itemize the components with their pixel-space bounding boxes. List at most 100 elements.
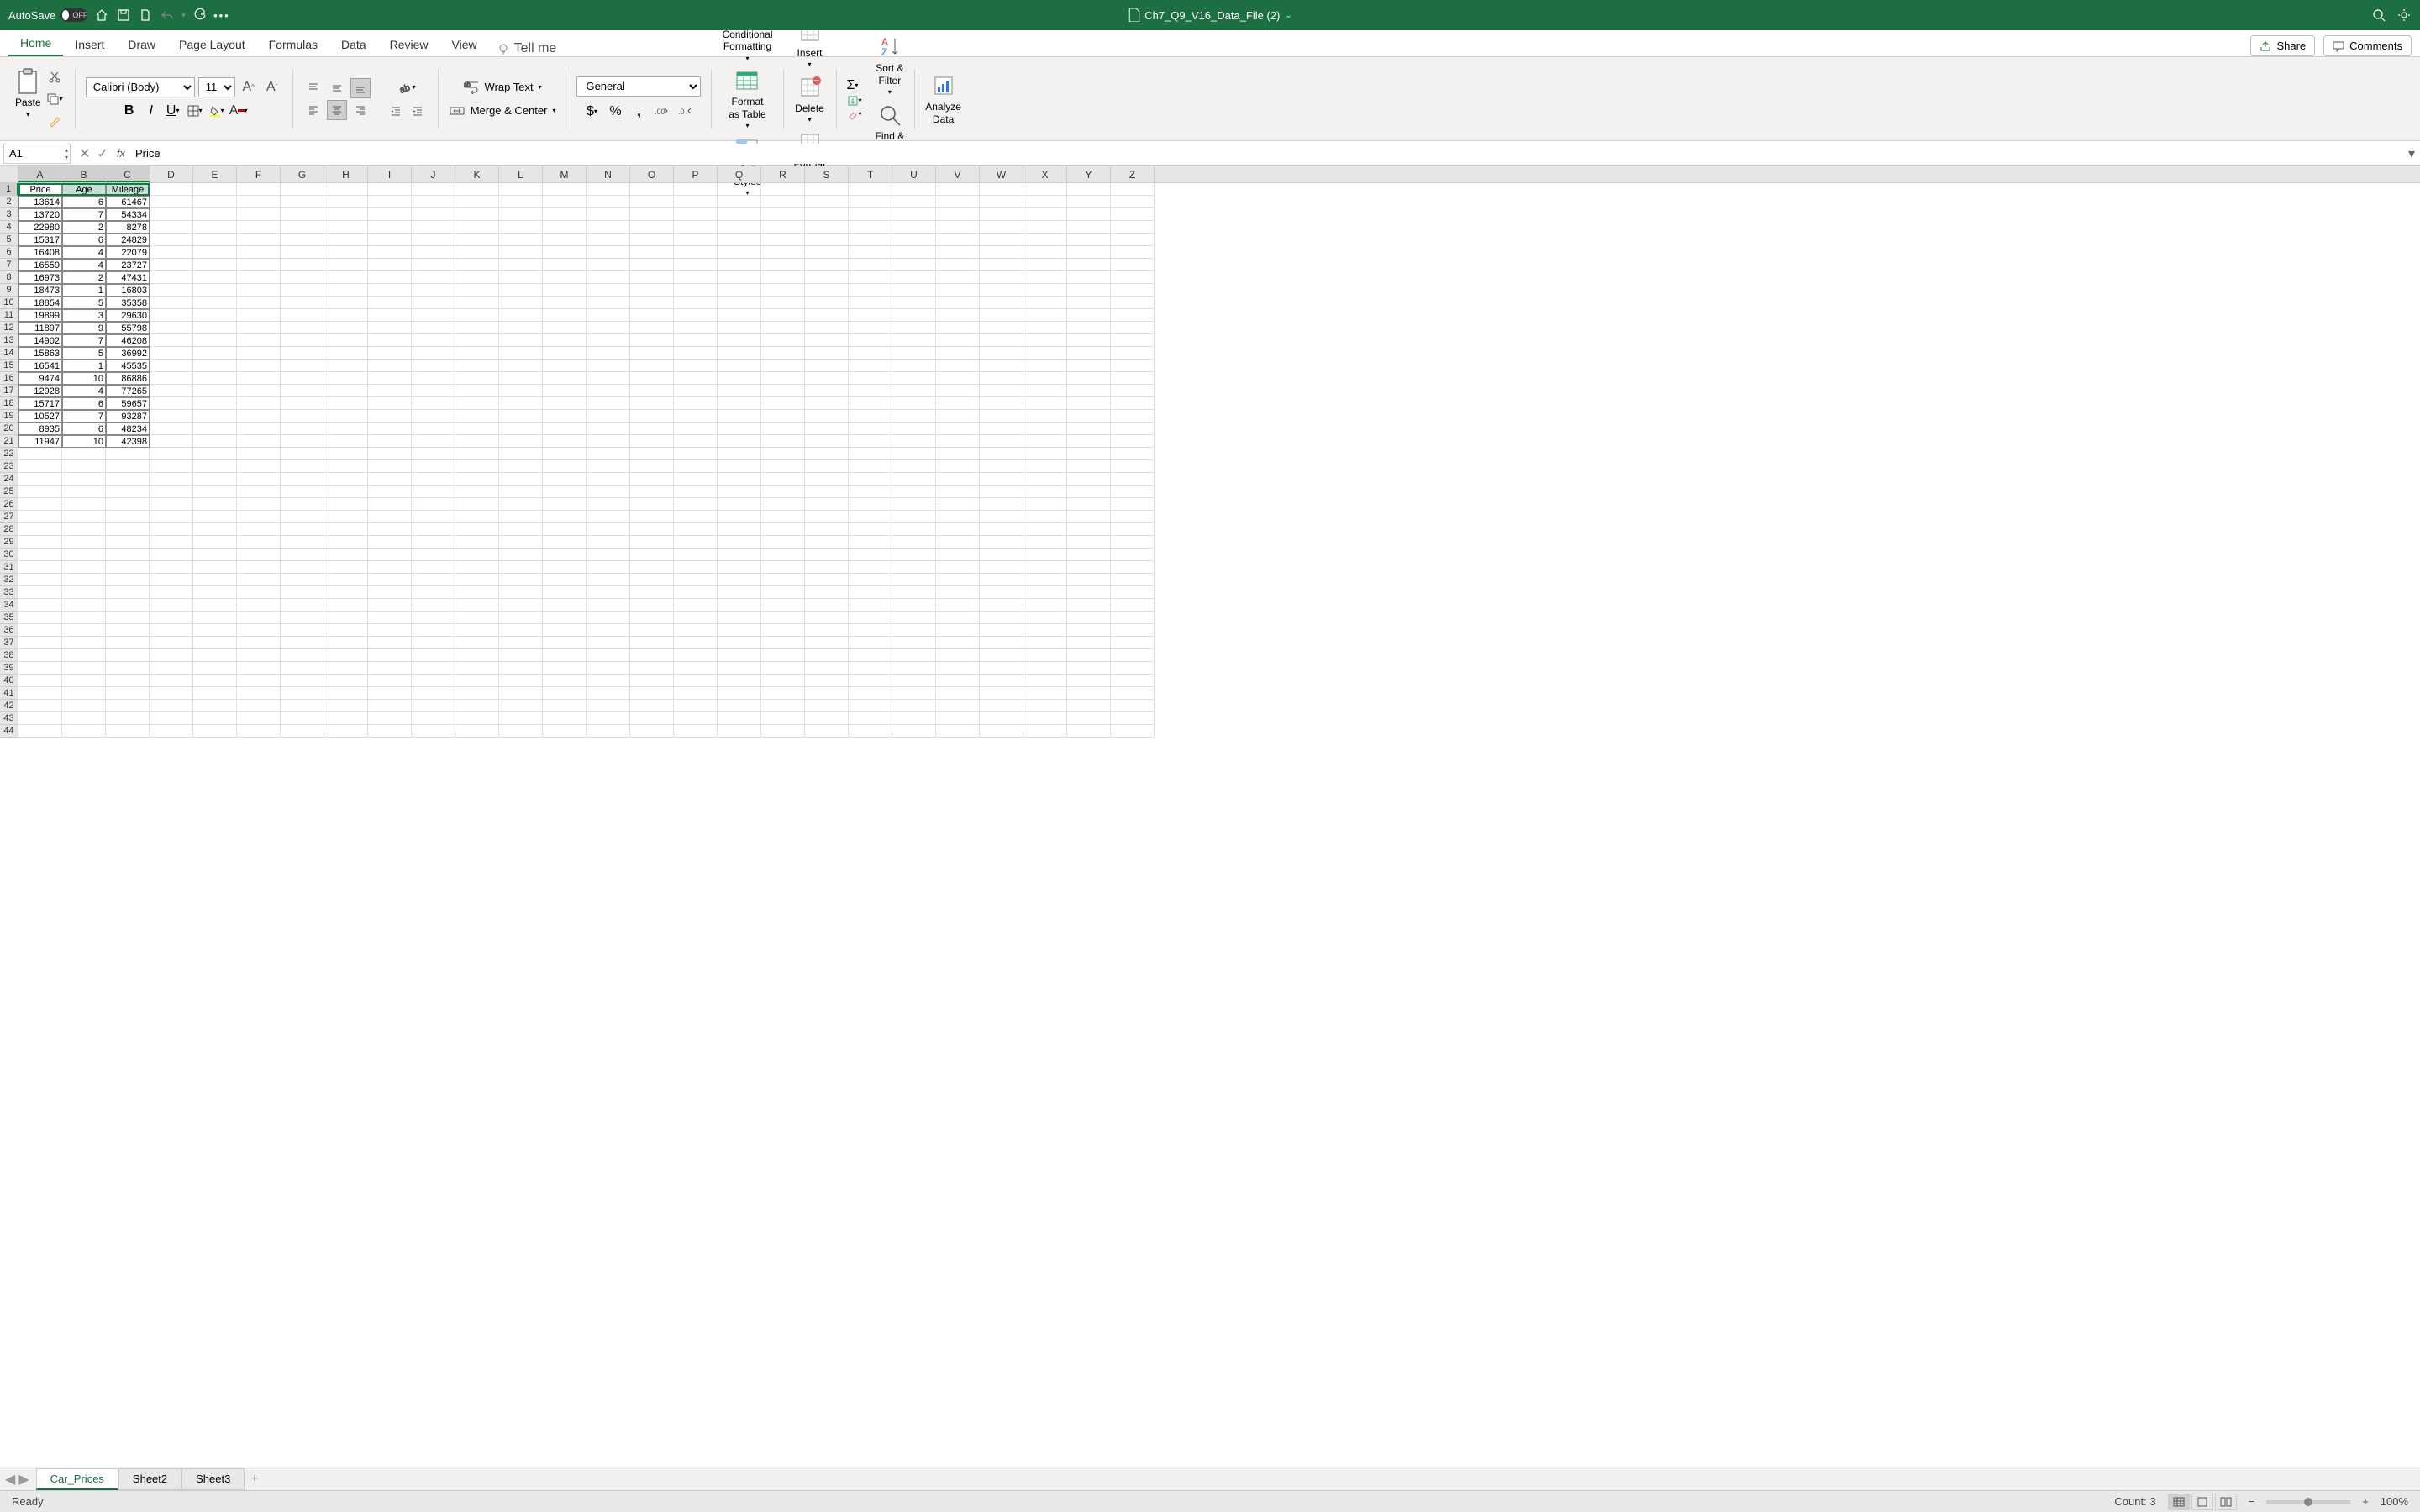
cell[interactable] xyxy=(106,511,150,523)
row-header[interactable]: 34 xyxy=(0,599,18,612)
cell[interactable] xyxy=(849,372,892,385)
cell[interactable] xyxy=(718,246,761,259)
row-header[interactable]: 17 xyxy=(0,385,18,397)
cell[interactable] xyxy=(368,423,412,435)
cell[interactable] xyxy=(324,712,368,725)
cell[interactable] xyxy=(849,649,892,662)
cell[interactable] xyxy=(761,523,805,536)
percent-button[interactable]: % xyxy=(605,102,625,122)
cell[interactable] xyxy=(150,208,193,221)
cell[interactable] xyxy=(1023,397,1067,410)
row-header[interactable]: 44 xyxy=(0,725,18,738)
cell[interactable] xyxy=(106,536,150,549)
cell[interactable]: 4 xyxy=(62,246,106,259)
cell[interactable] xyxy=(324,385,368,397)
cell[interactable] xyxy=(980,208,1023,221)
cell[interactable] xyxy=(1023,662,1067,675)
cell[interactable] xyxy=(150,322,193,334)
cell[interactable] xyxy=(761,561,805,574)
cell[interactable] xyxy=(892,347,936,360)
cell[interactable] xyxy=(892,473,936,486)
cell[interactable] xyxy=(193,486,237,498)
row-header[interactable]: 15 xyxy=(0,360,18,372)
cell[interactable] xyxy=(587,297,630,309)
cell[interactable] xyxy=(892,725,936,738)
cell[interactable] xyxy=(368,523,412,536)
cell[interactable] xyxy=(587,687,630,700)
cell[interactable] xyxy=(936,498,980,511)
cell[interactable] xyxy=(455,208,499,221)
zoom-out-button[interactable]: − xyxy=(2249,1495,2255,1508)
cell[interactable] xyxy=(718,309,761,322)
cell[interactable] xyxy=(193,612,237,624)
cell[interactable] xyxy=(1067,624,1111,637)
cell[interactable] xyxy=(718,523,761,536)
cell[interactable] xyxy=(849,234,892,246)
cell[interactable] xyxy=(150,649,193,662)
delete-cells-button[interactable]: Delete▾ xyxy=(795,74,824,124)
cell[interactable] xyxy=(805,360,849,372)
cell[interactable] xyxy=(455,183,499,196)
cell[interactable] xyxy=(674,536,718,549)
cell[interactable] xyxy=(587,259,630,271)
cell[interactable] xyxy=(543,687,587,700)
fill-color-button[interactable]: ▾ xyxy=(207,101,227,121)
cell[interactable] xyxy=(1111,675,1155,687)
cell[interactable] xyxy=(1111,523,1155,536)
cell[interactable] xyxy=(674,725,718,738)
cell[interactable] xyxy=(281,649,324,662)
cell[interactable] xyxy=(805,196,849,208)
cell[interactable]: 4 xyxy=(62,385,106,397)
cell[interactable] xyxy=(237,649,281,662)
cell[interactable] xyxy=(324,561,368,574)
cell[interactable] xyxy=(281,498,324,511)
cell[interactable] xyxy=(718,397,761,410)
cell[interactable] xyxy=(18,536,62,549)
cell[interactable] xyxy=(324,460,368,473)
cell[interactable] xyxy=(1067,486,1111,498)
cell[interactable] xyxy=(150,410,193,423)
cell[interactable] xyxy=(936,687,980,700)
cell[interactable] xyxy=(1023,435,1067,448)
cell[interactable] xyxy=(892,423,936,435)
cell[interactable] xyxy=(674,612,718,624)
cell[interactable]: 5 xyxy=(62,347,106,360)
cell[interactable] xyxy=(368,649,412,662)
col-header[interactable]: V xyxy=(936,166,980,182)
cell[interactable] xyxy=(150,712,193,725)
cell[interactable] xyxy=(1067,360,1111,372)
cell[interactable] xyxy=(193,423,237,435)
cell[interactable] xyxy=(849,435,892,448)
cell[interactable] xyxy=(237,334,281,347)
cell[interactable] xyxy=(281,259,324,271)
cell[interactable] xyxy=(324,372,368,385)
cell[interactable] xyxy=(980,574,1023,586)
expand-formula-icon[interactable]: ▾ xyxy=(2403,145,2420,162)
cell[interactable] xyxy=(936,347,980,360)
col-header[interactable]: B xyxy=(62,166,106,182)
cell[interactable] xyxy=(455,574,499,586)
cell[interactable] xyxy=(150,700,193,712)
cell[interactable] xyxy=(980,284,1023,297)
cell[interactable] xyxy=(936,435,980,448)
cell[interactable] xyxy=(980,183,1023,196)
cell[interactable] xyxy=(1023,183,1067,196)
cell[interactable] xyxy=(674,549,718,561)
cell[interactable]: 7 xyxy=(62,410,106,423)
cell[interactable] xyxy=(892,259,936,271)
cell[interactable] xyxy=(193,712,237,725)
cell[interactable] xyxy=(455,259,499,271)
cell[interactable] xyxy=(18,700,62,712)
cell[interactable] xyxy=(106,486,150,498)
cell[interactable] xyxy=(193,284,237,297)
cell[interactable] xyxy=(587,360,630,372)
cell[interactable] xyxy=(499,334,543,347)
cell[interactable] xyxy=(62,662,106,675)
cell[interactable] xyxy=(849,246,892,259)
cell[interactable] xyxy=(455,649,499,662)
cell[interactable] xyxy=(805,246,849,259)
borders-button[interactable]: ▾ xyxy=(185,101,205,121)
cell[interactable] xyxy=(630,183,674,196)
cell[interactable] xyxy=(499,183,543,196)
cell[interactable] xyxy=(237,322,281,334)
